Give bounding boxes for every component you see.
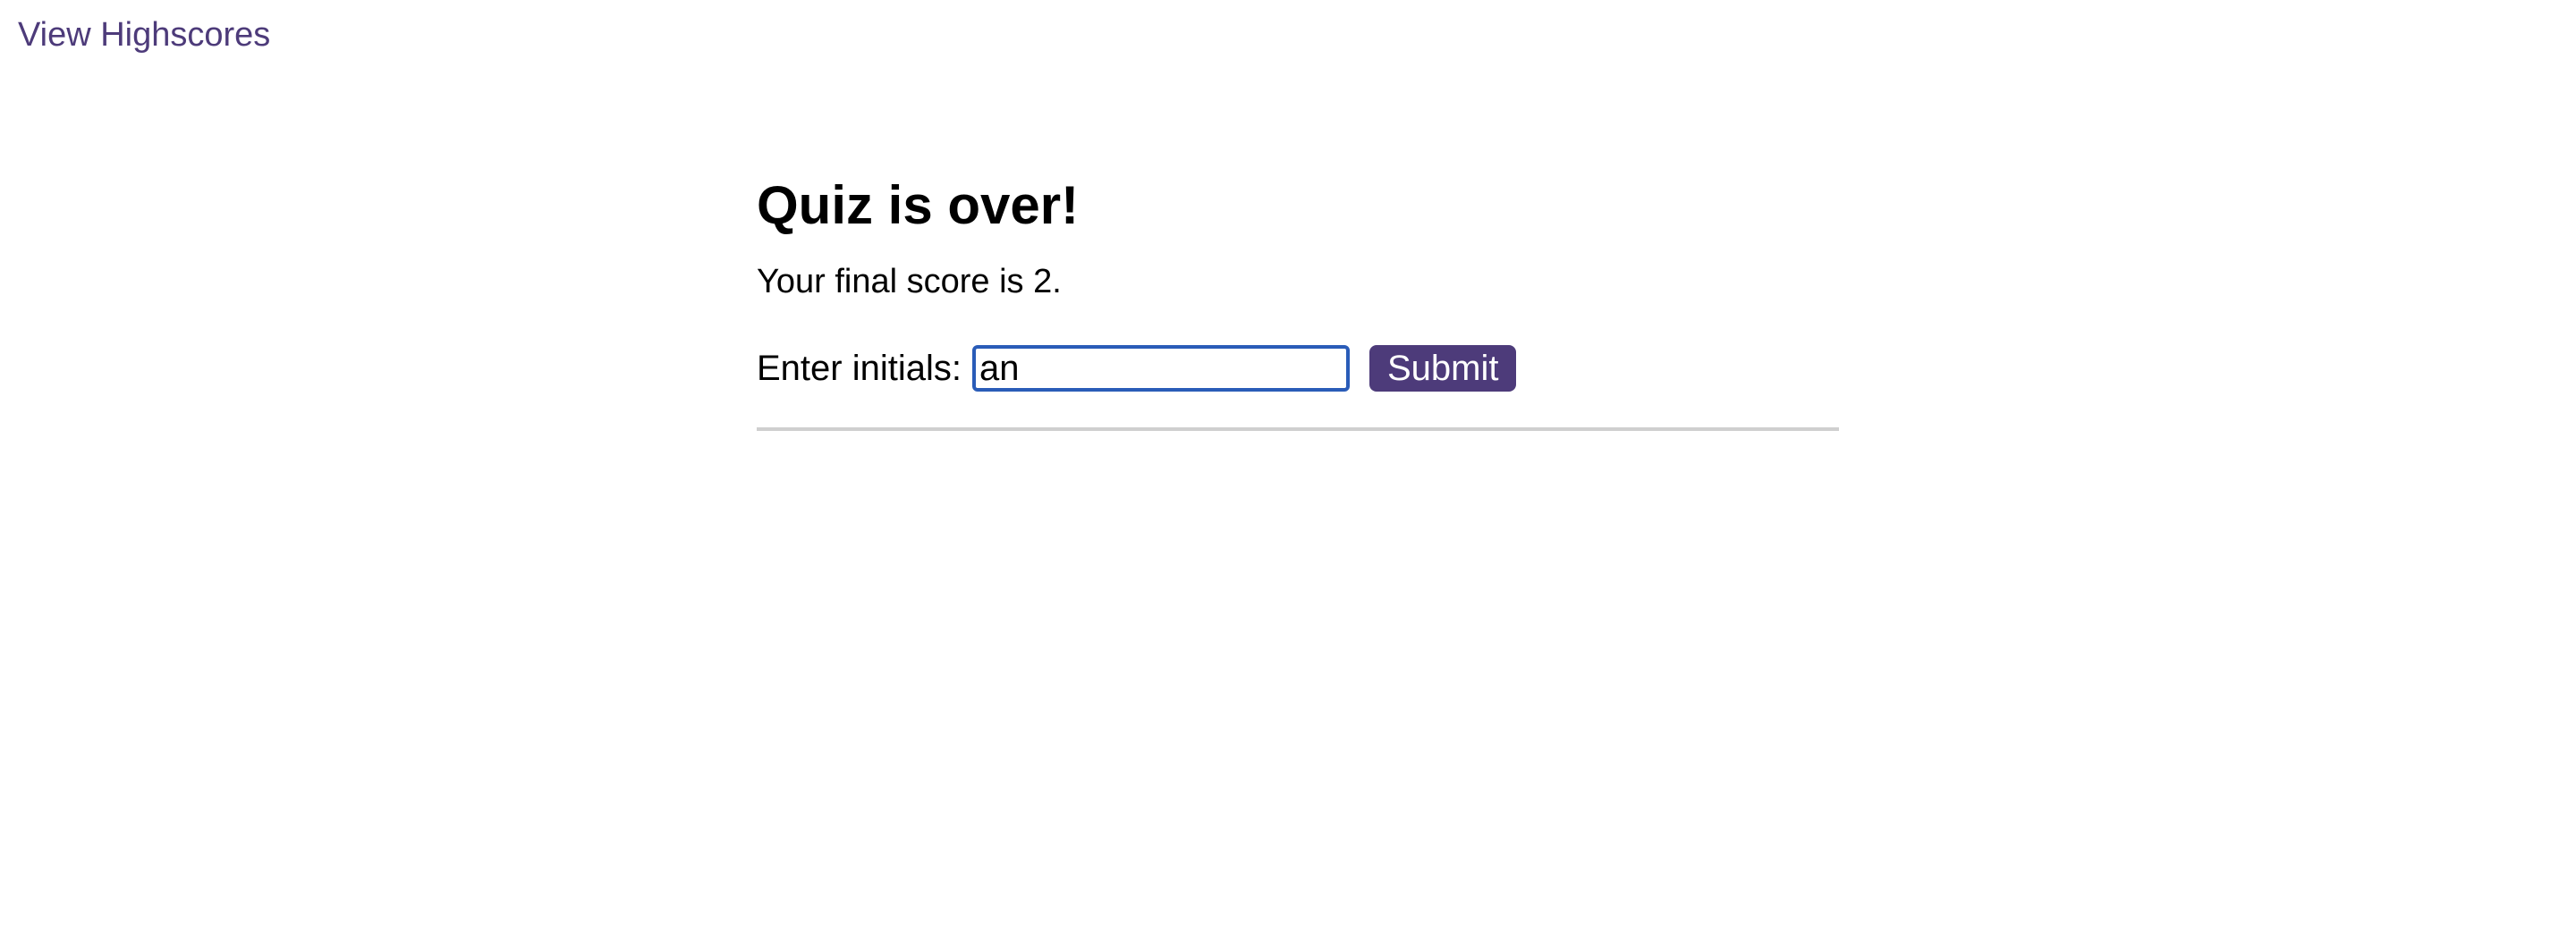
quiz-over-heading: Quiz is over!	[757, 175, 1080, 235]
initials-label: Enter initials:	[757, 349, 962, 388]
final-score-text: Your final score is 2.	[757, 263, 1062, 300]
initials-form: Enter initials: Submit	[757, 343, 1839, 393]
submit-button[interactable]: Submit	[1368, 345, 1517, 392]
view-highscores-link[interactable]: View Highscores	[18, 13, 270, 57]
divider	[757, 427, 1839, 431]
initials-input[interactable]	[971, 345, 1350, 392]
quiz-end-panel: Quiz is over! Your final score is 2. Ent…	[757, 170, 1839, 438]
